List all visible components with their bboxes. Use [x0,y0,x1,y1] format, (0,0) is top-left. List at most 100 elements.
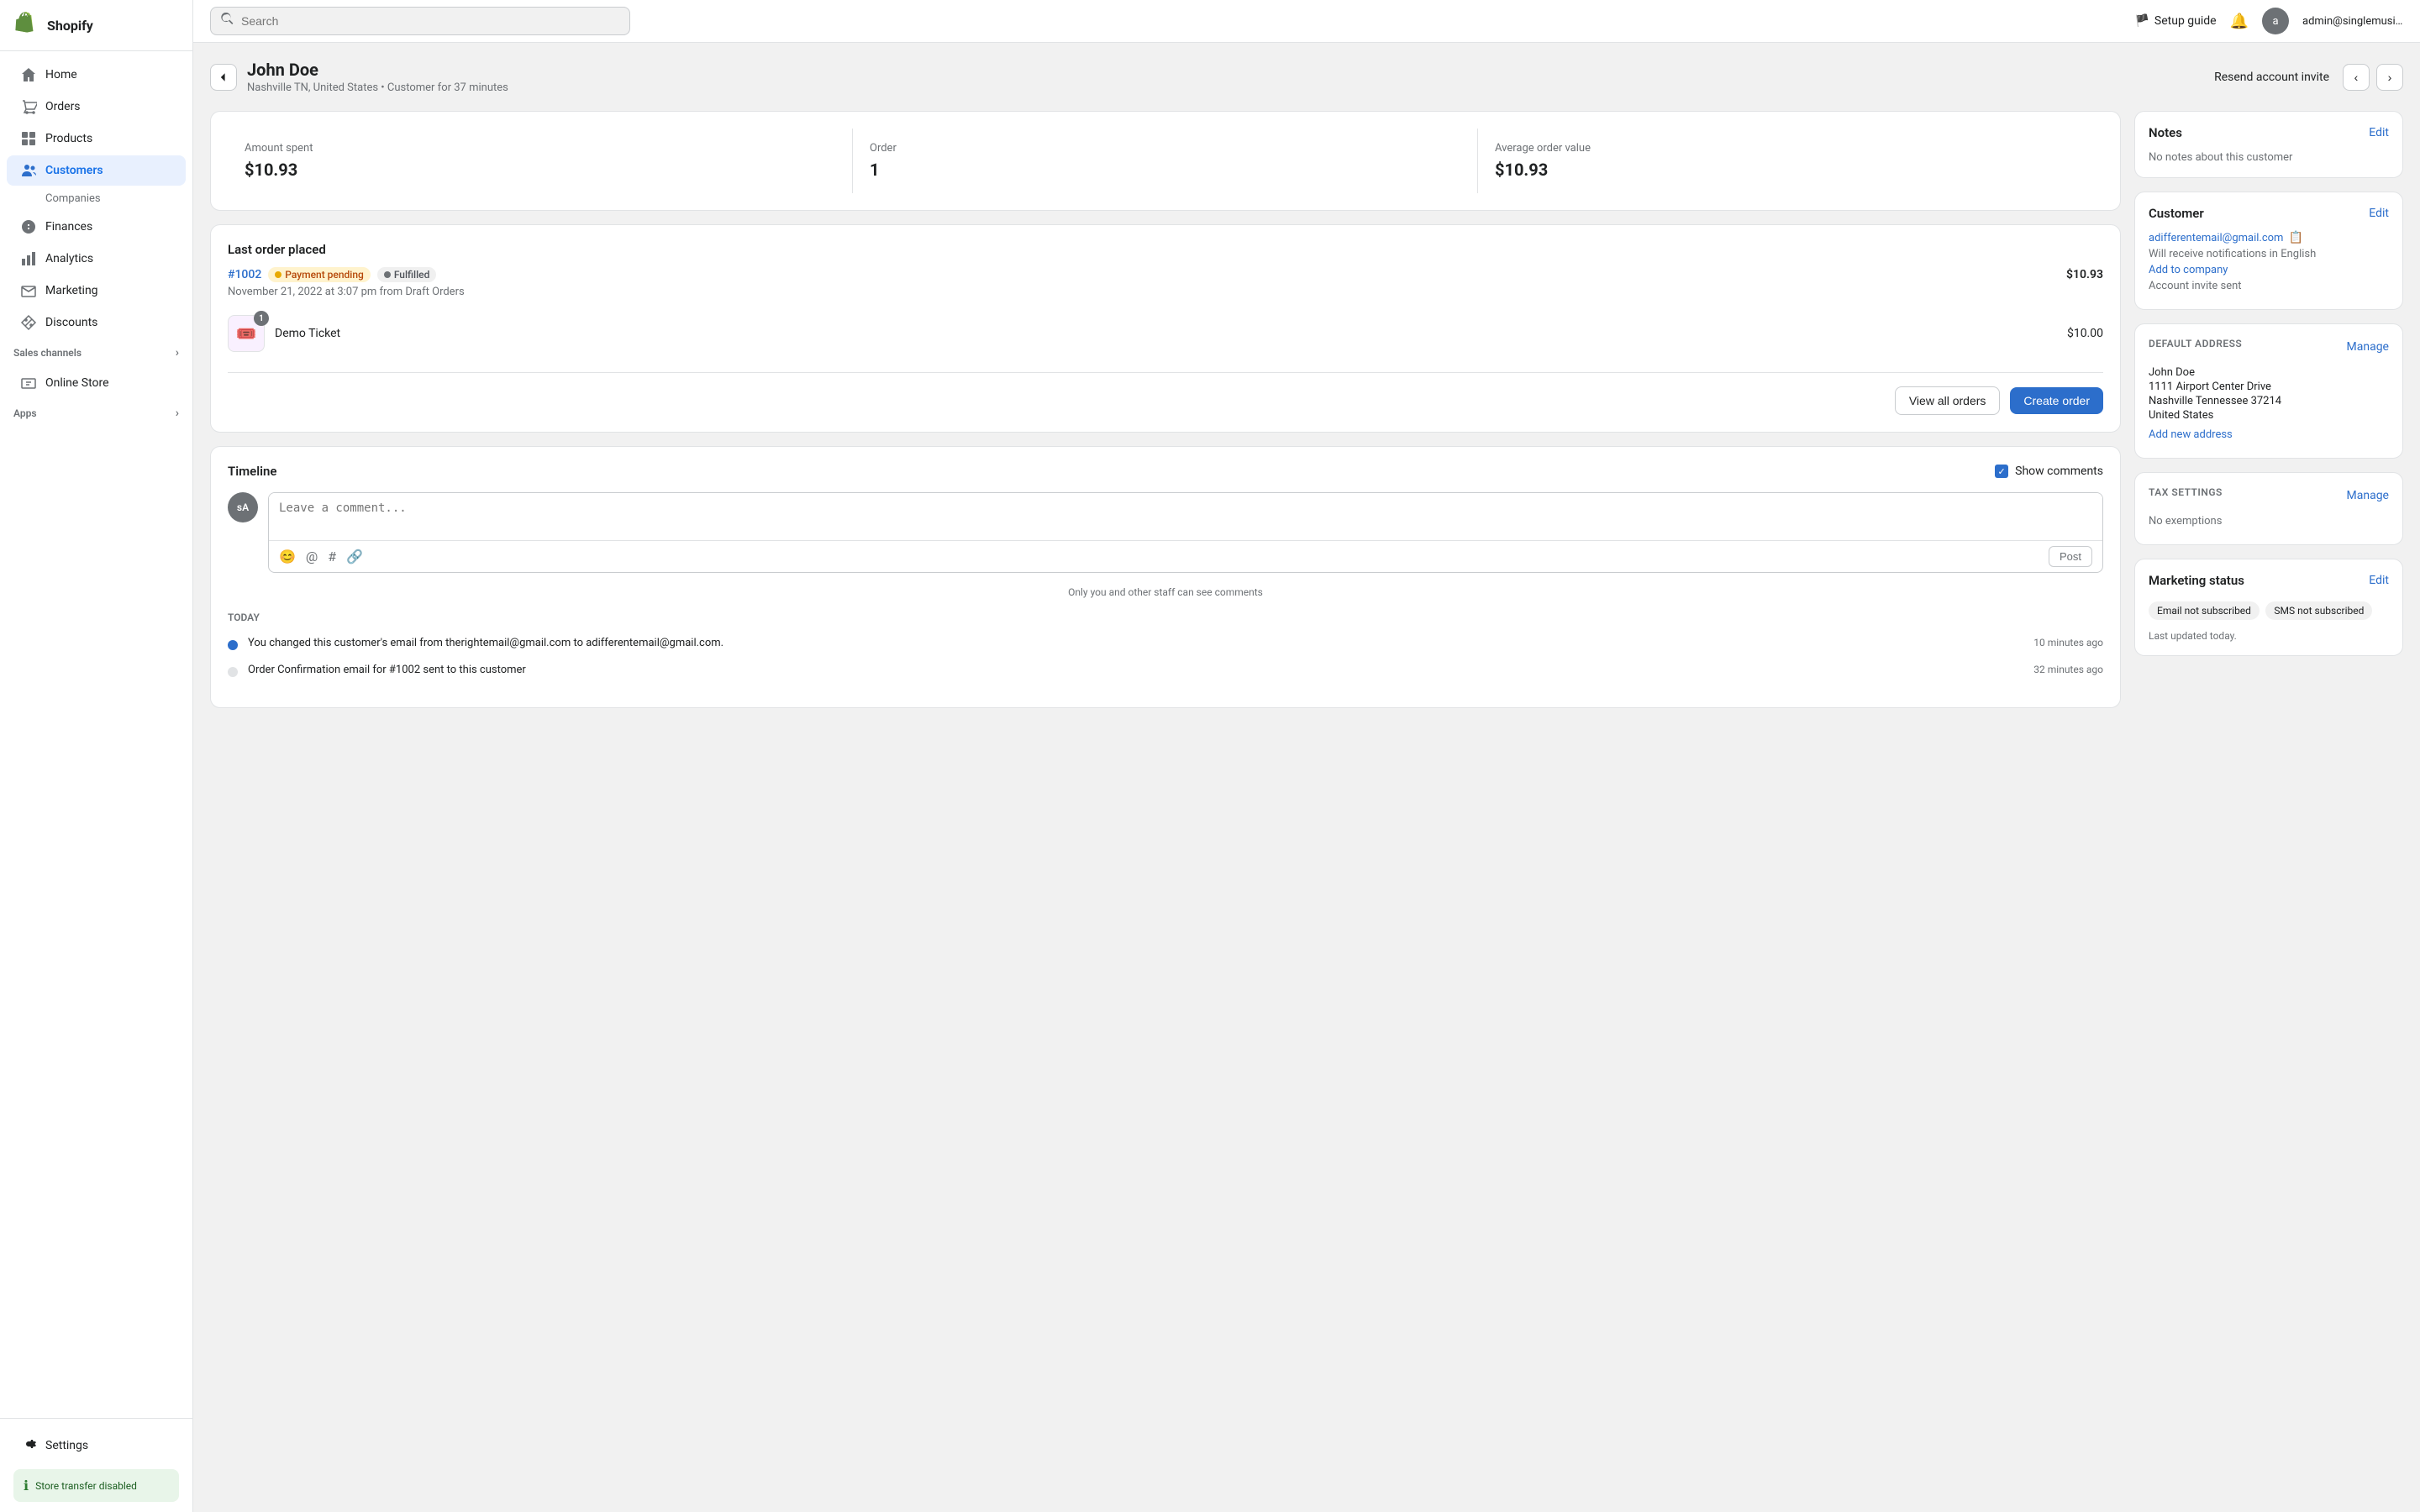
notification-language: Will receive notifications in English [2149,248,2389,260]
commenter-avatar: sA [228,492,258,522]
notification-bell-icon[interactable]: 🔔 [2230,13,2249,30]
customer-email-link[interactable]: adifferentemail@gmail.com [2149,232,2283,244]
account-invite-status: Account invite sent [2149,280,2389,292]
setup-guide-btn[interactable]: 🏴 Setup guide [2134,14,2216,28]
content-grid: Amount spent $10.93 Order 1 Average orde… [210,111,2403,722]
search-input[interactable] [241,14,619,28]
copy-email-icon[interactable]: 📋 [2288,231,2302,244]
address-country: United States [2149,409,2389,422]
customer-card-header: Customer Edit [2149,206,2389,221]
post-comment-button[interactable]: Post [2049,546,2092,567]
timeline-text-2: Order Confirmation email for #1002 sent … [248,664,526,676]
analytics-icon [20,250,37,267]
prev-customer-button[interactable]: ‹ [2343,64,2370,91]
shopify-logo-icon [13,12,40,39]
sidebar-item-finances-label: Finances [45,220,92,234]
chevron-right-icon: › [2388,71,2392,84]
sidebar-item-marketing[interactable]: Marketing [7,276,186,306]
page-header: John Doe Nashville TN, United States • C… [210,60,2403,94]
store-transfer-banner[interactable]: ℹ Store transfer disabled [13,1469,179,1502]
sidebar-item-settings[interactable]: Settings [13,1429,179,1462]
page-header-left: John Doe Nashville TN, United States • C… [210,60,508,94]
tax-section-label: TAX SETTINGS [2149,486,2223,498]
sidebar-footer: Settings ℹ Store transfer disabled [0,1418,192,1512]
admin-email: admin@singlemusic.c... [2302,15,2403,28]
product-quantity-badge: 1 [254,311,269,326]
resend-account-invite-button[interactable]: Resend account invite [2214,71,2329,84]
marketing-edit-button[interactable]: Edit [2369,574,2389,587]
sidebar-item-companies[interactable]: Companies [7,187,186,210]
apps-chevron[interactable]: › [176,407,179,420]
timeline-title: Timeline [228,464,276,479]
apps-label: Apps › [0,400,192,427]
emoji-icon[interactable]: 😊 [279,549,296,564]
sidebar-item-discounts[interactable]: Discounts [7,307,186,338]
sidebar-item-customers-label: Customers [45,164,103,177]
sidebar-item-analytics[interactable]: Analytics [7,244,186,274]
avatar[interactable]: a [2262,8,2289,34]
timeline-card: Timeline ✓ Show comments sA [210,446,2121,708]
page-title: John Doe [247,60,508,80]
tax-manage-button[interactable]: Manage [2347,489,2389,502]
tax-card: TAX SETTINGS Manage No exemptions [2134,472,2403,545]
timeline-dot-2 [228,667,238,677]
timeline-dot-1 [228,640,238,650]
next-customer-button[interactable]: › [2376,64,2403,91]
amount-spent-label: Amount spent [245,142,835,155]
order-item: 🎟️ 1 Demo Ticket $10.00 [228,308,2103,359]
discounts-icon [20,314,37,331]
sidebar-item-products[interactable]: Products [7,123,186,154]
hashtag-icon[interactable]: # [328,549,336,564]
nav-section: Home Orders Products Customers Companies [0,51,192,1418]
sidebar-item-online-store[interactable]: Online Store [7,368,186,398]
add-to-company-link[interactable]: Add to company [2149,264,2389,276]
notes-empty-text: No notes about this customer [2149,151,2292,164]
page-title-group: John Doe Nashville TN, United States • C… [247,60,508,94]
customer-edit-button[interactable]: Edit [2369,207,2389,220]
search-bar[interactable] [210,7,630,35]
customer-card-title: Customer [2149,206,2204,221]
show-comments-checkbox[interactable]: ✓ [1995,465,2008,478]
finances-icon [20,218,37,235]
comment-input[interactable] [269,493,2102,537]
page-subtitle: Nashville TN, United States • Customer f… [247,81,508,94]
show-comments-toggle[interactable]: ✓ Show comments [1995,465,2103,478]
sidebar-item-finances[interactable]: Finances [7,212,186,242]
sidebar-item-online-store-label: Online Store [45,376,109,390]
amount-spent-stat: Amount spent $10.93 [228,129,853,193]
email-subscription-badge: Email not subscribed [2149,601,2260,620]
sidebar: Shopify Home Orders Products Customer [0,0,193,1512]
orders-icon [20,98,37,115]
sidebar-item-home[interactable]: Home [7,60,186,90]
marketing-card: Marketing status Edit Email not subscrib… [2134,559,2403,656]
notes-edit-button[interactable]: Edit [2369,126,2389,139]
marketing-icon [20,282,37,299]
order-id-link[interactable]: #1002 [228,268,261,281]
address-street: 1111 Airport Center Drive [2149,381,2389,393]
address-manage-button[interactable]: Manage [2347,340,2389,354]
shopify-logo[interactable]: Shopify [13,12,93,39]
view-all-orders-button[interactable]: View all orders [1895,386,2001,415]
notes-title: Notes [2149,125,2182,140]
add-new-address-link[interactable]: Add new address [2149,428,2389,441]
sidebar-item-orders[interactable]: Orders [7,92,186,122]
avatar-initials: a [2272,15,2278,28]
mention-icon[interactable]: @ [306,549,318,564]
notes-card: Notes Edit No notes about this customer [2134,111,2403,178]
comment-box[interactable]: 😊 @ # 🔗 Post [268,492,2103,573]
create-order-button[interactable]: Create order [2010,387,2103,414]
settings-icon [20,1436,37,1456]
marketing-badges: Email not subscribed SMS not subscribed [2149,598,2389,623]
address-card-header: DEFAULT ADDRESS Manage [2149,338,2389,356]
address-card: DEFAULT ADDRESS Manage John Doe 1111 Air… [2134,323,2403,459]
product-price: $10.00 [2067,327,2103,340]
sales-channels-chevron[interactable]: › [176,346,179,360]
back-button[interactable] [210,64,237,91]
sidebar-item-analytics-label: Analytics [45,252,93,265]
stats-card: Amount spent $10.93 Order 1 Average orde… [210,111,2121,211]
sidebar-item-discounts-label: Discounts [45,316,97,329]
timeline-entry-row-1: You changed this customer's email from t… [248,637,2103,649]
link-icon[interactable]: 🔗 [346,549,363,564]
sidebar-item-customers[interactable]: Customers [7,155,186,186]
order-count-label: Order [870,142,1460,155]
